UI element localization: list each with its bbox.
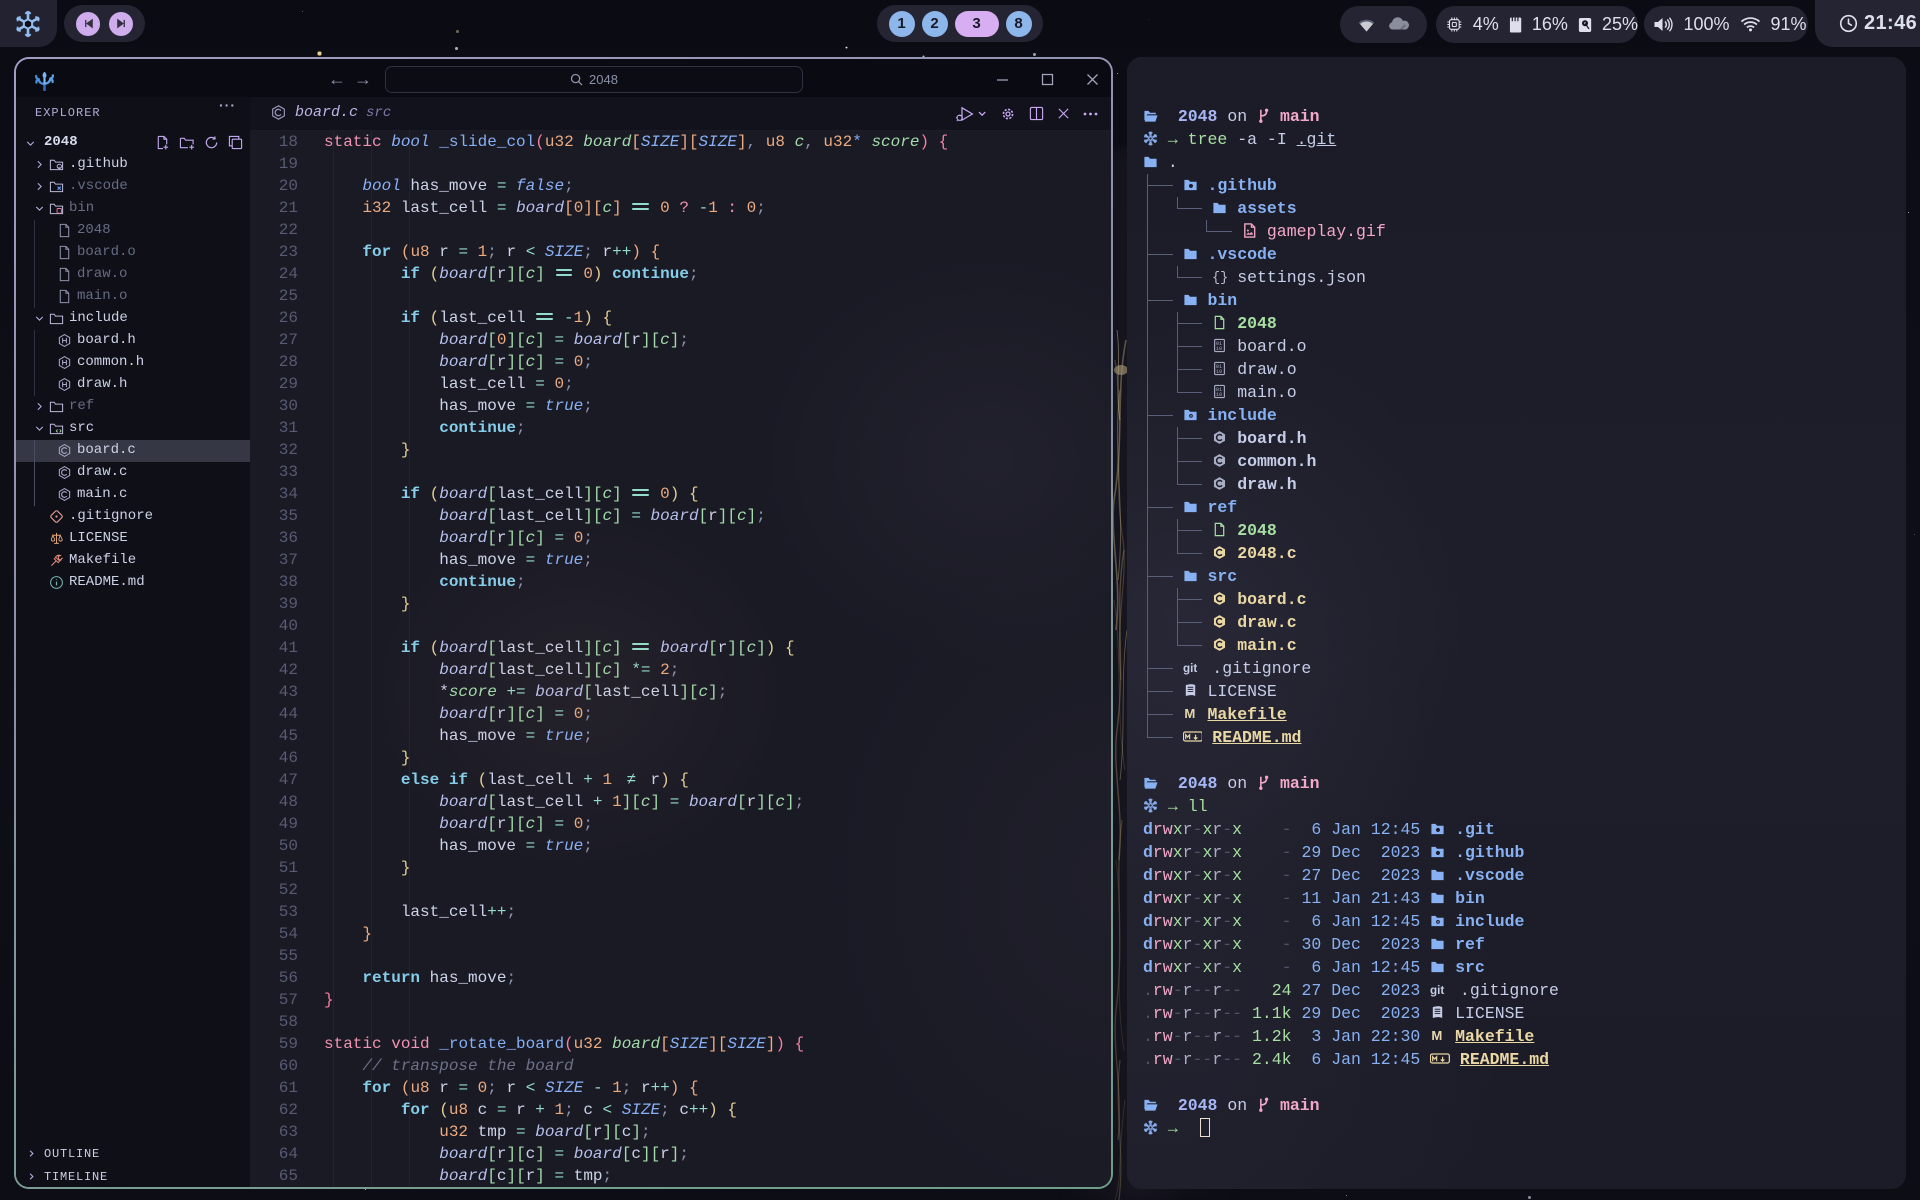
svg-text:git: git — [1430, 984, 1444, 997]
svg-text:M: M — [1432, 1028, 1443, 1043]
svg-text:git: git — [1183, 662, 1197, 675]
svg-text:10: 10 — [1216, 346, 1222, 352]
svg-text:10: 10 — [1216, 392, 1222, 398]
svg-text:{}: {} — [1212, 271, 1227, 284]
svg-text:10: 10 — [1216, 369, 1222, 375]
svg-text:M: M — [1184, 706, 1195, 721]
